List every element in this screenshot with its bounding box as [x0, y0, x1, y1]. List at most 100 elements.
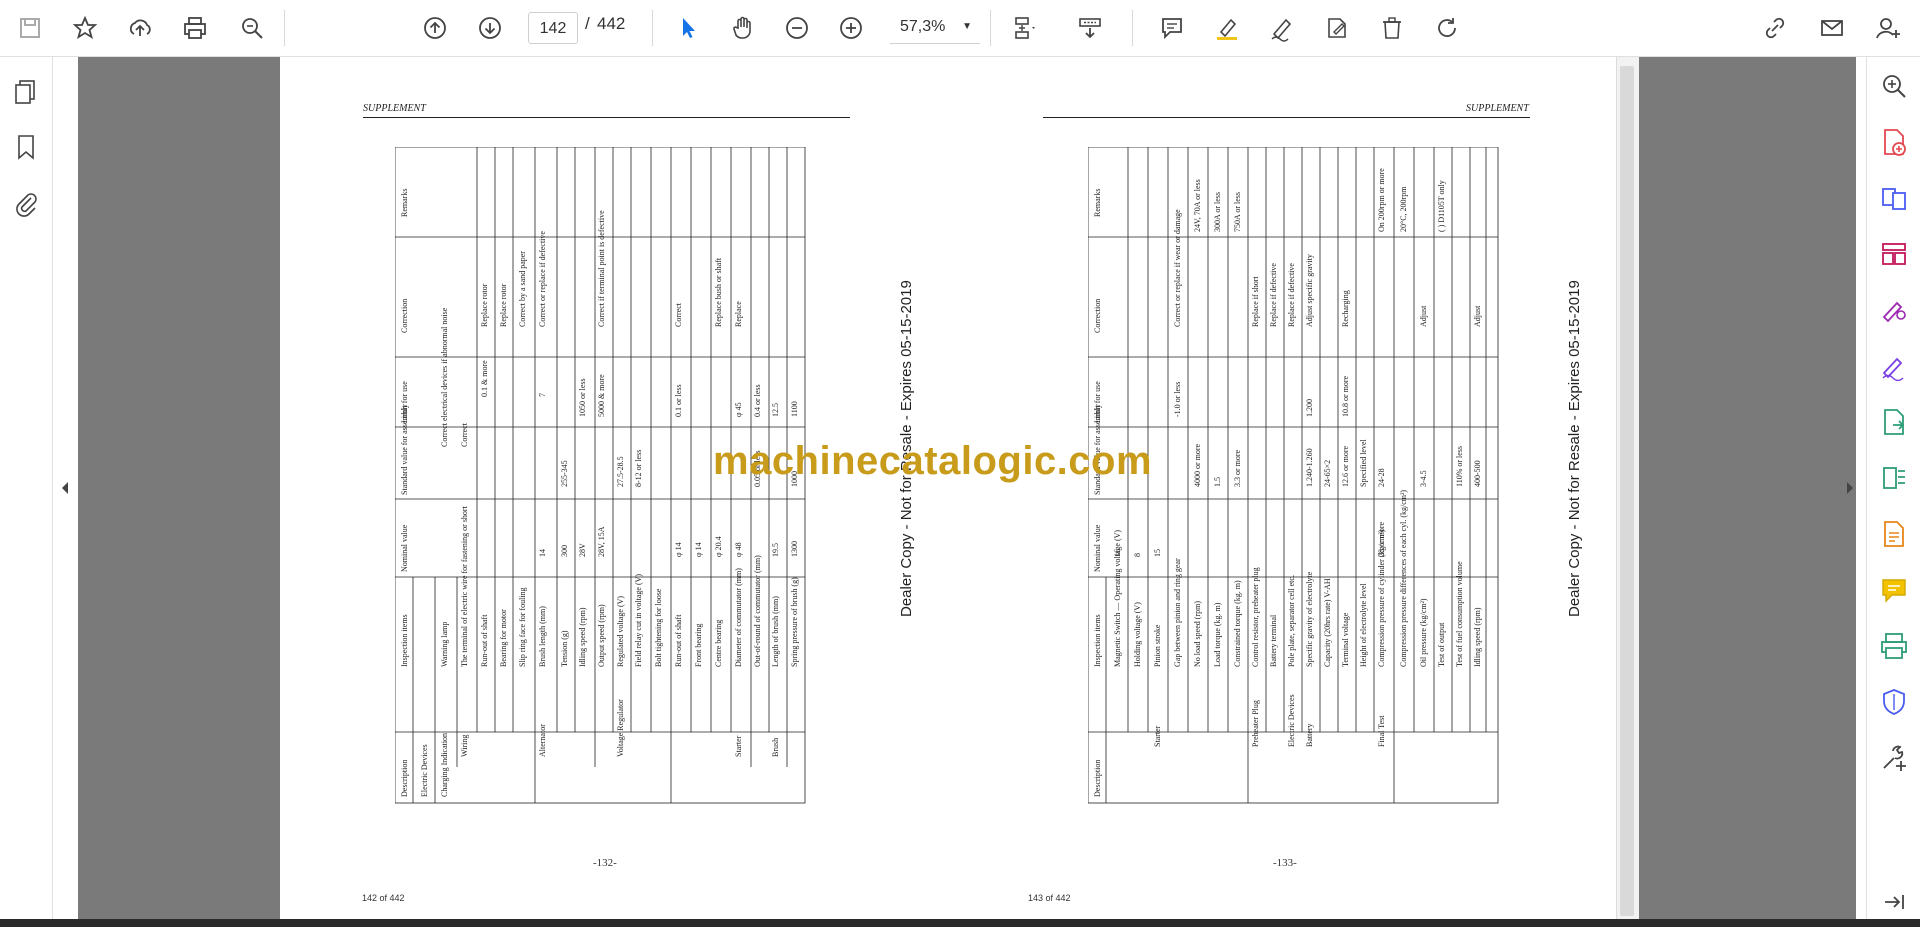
- row-r-16-rem: On 200rpm or more: [1377, 168, 1386, 232]
- row-l-8-nom: 28V, 15A: [597, 526, 606, 557]
- row-l-20: Length of brush (mm): [771, 596, 780, 667]
- highlight-icon[interactable]: [1207, 8, 1247, 48]
- upload-icon[interactable]: [120, 8, 160, 48]
- col-nominal-left: Nominal value: [400, 524, 409, 572]
- combine-files-icon[interactable]: [1879, 183, 1909, 213]
- row-r-14-std: Specified level: [1359, 438, 1368, 487]
- row-l-21: Spring pressure of brush (g): [790, 577, 799, 667]
- email-icon[interactable]: [1812, 8, 1852, 48]
- sign-icon[interactable]: [1262, 8, 1302, 48]
- row-r-12-std: 24-65×2: [1323, 460, 1332, 487]
- page-separator: /: [585, 14, 590, 33]
- row-r-11-limit: 1.200: [1305, 399, 1314, 417]
- document-page-right: SUPPLEMENT Description Inspection items …: [948, 57, 1616, 919]
- organize-pages-icon[interactable]: [1879, 239, 1909, 269]
- select-cursor-icon[interactable]: [668, 8, 708, 48]
- page-count-right: 143 of 442: [1028, 893, 1071, 903]
- row-r-19-rem: ( ) D1105T only: [1437, 180, 1446, 232]
- group-electric-right: Electric Devices: [1287, 694, 1296, 747]
- zoom-level-value: 57,3%: [900, 18, 946, 35]
- chevron-down-icon: ▼: [962, 21, 972, 32]
- col-correction-right: Correction: [1093, 299, 1102, 333]
- page-down-icon[interactable]: [470, 8, 510, 48]
- row-r-18-std: 3-4.5: [1419, 470, 1428, 487]
- comment-tool-icon[interactable]: [1879, 575, 1909, 605]
- save-icon[interactable]: [10, 8, 50, 48]
- zoom-search-icon[interactable]: [232, 8, 272, 48]
- right-tools-rail: [1866, 57, 1920, 927]
- expand-panel-icon[interactable]: [1879, 887, 1909, 917]
- edit-pdf-icon[interactable]: [1879, 463, 1909, 493]
- col-correction-left: Correction: [400, 299, 409, 333]
- row-l-1-corr: Correct: [460, 422, 469, 447]
- row-r-16-nom: 28 or more: [1377, 521, 1386, 557]
- scan-ocr-icon[interactable]: [1879, 631, 1909, 661]
- row-l-5-nom: 14: [538, 549, 547, 557]
- document-page-left: SUPPLEMENT Description Inspection items …: [280, 57, 948, 919]
- collapse-left-panel-icon[interactable]: [60, 478, 70, 498]
- fill-sign-icon[interactable]: [1317, 8, 1357, 48]
- request-signature-icon[interactable]: [1879, 295, 1909, 325]
- row-r-3: Gap between pinion and ring gear: [1173, 558, 1182, 667]
- row-r-2: Pinion stroke: [1153, 624, 1162, 667]
- fill-and-sign-icon[interactable]: [1879, 351, 1909, 382]
- hand-tool-icon[interactable]: [723, 8, 763, 48]
- page-number-input[interactable]: 142: [528, 12, 578, 44]
- page-header-right: SUPPLEMENT: [1466, 103, 1529, 114]
- star-icon[interactable]: [65, 8, 105, 48]
- row-r-0-nom: 16: [1113, 549, 1122, 557]
- group-battery-right: Battery: [1305, 723, 1314, 747]
- share-link-icon[interactable]: [1755, 8, 1795, 48]
- print-icon[interactable]: [175, 8, 215, 48]
- row-l-20-nom: 19.5: [771, 543, 780, 557]
- page-count-left: 142 of 442: [362, 893, 405, 903]
- more-tools-icon[interactable]: [1879, 743, 1909, 773]
- zoom-tool-icon[interactable]: [1879, 71, 1909, 101]
- export-doc-icon[interactable]: [1879, 519, 1909, 549]
- page-up-icon[interactable]: [415, 8, 455, 48]
- group-electric-left: Electric Devices: [420, 744, 429, 797]
- rotate-icon[interactable]: [1427, 8, 1467, 48]
- row-l-21-limit: 1100: [790, 401, 799, 417]
- create-pdf-icon[interactable]: [1879, 127, 1909, 157]
- fit-page-icon[interactable]: [1005, 8, 1045, 48]
- row-r-7-corr: Replace if short: [1251, 276, 1260, 327]
- comment-icon[interactable]: [1152, 8, 1192, 48]
- row-r-5-std: 1.5: [1213, 477, 1222, 487]
- scrollbar-thumb[interactable]: [1620, 66, 1634, 916]
- zoom-level-select[interactable]: 57,3% ▼: [890, 10, 980, 44]
- delete-icon[interactable]: [1372, 8, 1412, 48]
- row-l-5: Brush length (mm): [538, 606, 547, 667]
- row-r-17: Compression pressure differences of each…: [1399, 490, 1408, 667]
- group-charging-left: Charging Indication: [440, 733, 449, 797]
- attachment-icon[interactable]: [11, 188, 41, 218]
- account-icon[interactable]: [1868, 8, 1908, 48]
- row-l-16-nom: φ 48: [734, 542, 743, 557]
- row-r-14: Height of electrolyte level: [1359, 582, 1368, 667]
- row-r-11-std: 1.240-1.260: [1305, 448, 1314, 487]
- row-r-13-std: 12.6 or more: [1341, 445, 1350, 487]
- row-l-2-corr: Replace rotor: [480, 283, 489, 327]
- row-l-9-std: 27.5-28.5: [616, 456, 625, 487]
- row-l-4-corr: Correct by a sand paper: [518, 251, 527, 327]
- export-pdf-icon[interactable]: [1879, 407, 1909, 437]
- row-r-5-rem: 300A or less: [1213, 192, 1222, 232]
- row-l-13: Front bearing: [694, 624, 703, 667]
- zoom-in-icon[interactable]: [831, 8, 871, 48]
- row-r-13-limit: 10.8 or more: [1341, 375, 1350, 417]
- row-r-4: No load speed (rpm): [1193, 601, 1202, 667]
- left-navigation-rail: [0, 57, 53, 927]
- scroll-mode-icon[interactable]: [1070, 8, 1110, 48]
- page-thumbnails-icon[interactable]: [11, 77, 41, 107]
- protect-icon[interactable]: [1879, 687, 1909, 717]
- row-r-6-std: 3.3 or more: [1233, 449, 1242, 487]
- bottom-status-bar: [0, 919, 1920, 927]
- page-header-left: SUPPLEMENT: [363, 103, 426, 114]
- row-r-21-std: 400-500: [1473, 460, 1482, 487]
- col-limit-right: Limit for use: [1093, 381, 1102, 423]
- collapse-right-panel-icon[interactable]: [1845, 478, 1855, 498]
- zoom-out-icon[interactable]: [777, 8, 817, 48]
- col-nominal-right: Nominal value: [1093, 524, 1102, 572]
- bookmark-icon[interactable]: [11, 132, 41, 162]
- group-final-test-right: Final Test: [1377, 715, 1386, 747]
